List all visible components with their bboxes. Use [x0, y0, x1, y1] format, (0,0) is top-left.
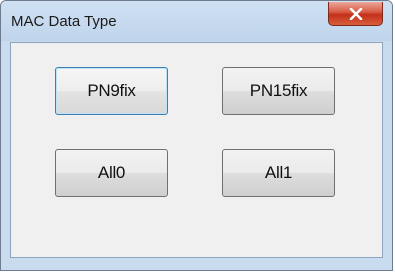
title-bar[interactable]: MAC Data Type [1, 1, 392, 41]
all0-button[interactable]: All0 [55, 149, 168, 197]
pn15fix-button[interactable]: PN15fix [222, 67, 335, 115]
close-button[interactable] [328, 2, 383, 26]
dialog-window: MAC Data Type PN9fix PN15fix All0 All1 [0, 0, 393, 271]
window-title: MAC Data Type [11, 13, 117, 30]
dialog-client-area: PN9fix PN15fix All0 All1 [10, 42, 383, 258]
all1-button[interactable]: All1 [222, 149, 335, 197]
close-icon [349, 8, 363, 20]
pn9fix-button[interactable]: PN9fix [55, 67, 168, 115]
